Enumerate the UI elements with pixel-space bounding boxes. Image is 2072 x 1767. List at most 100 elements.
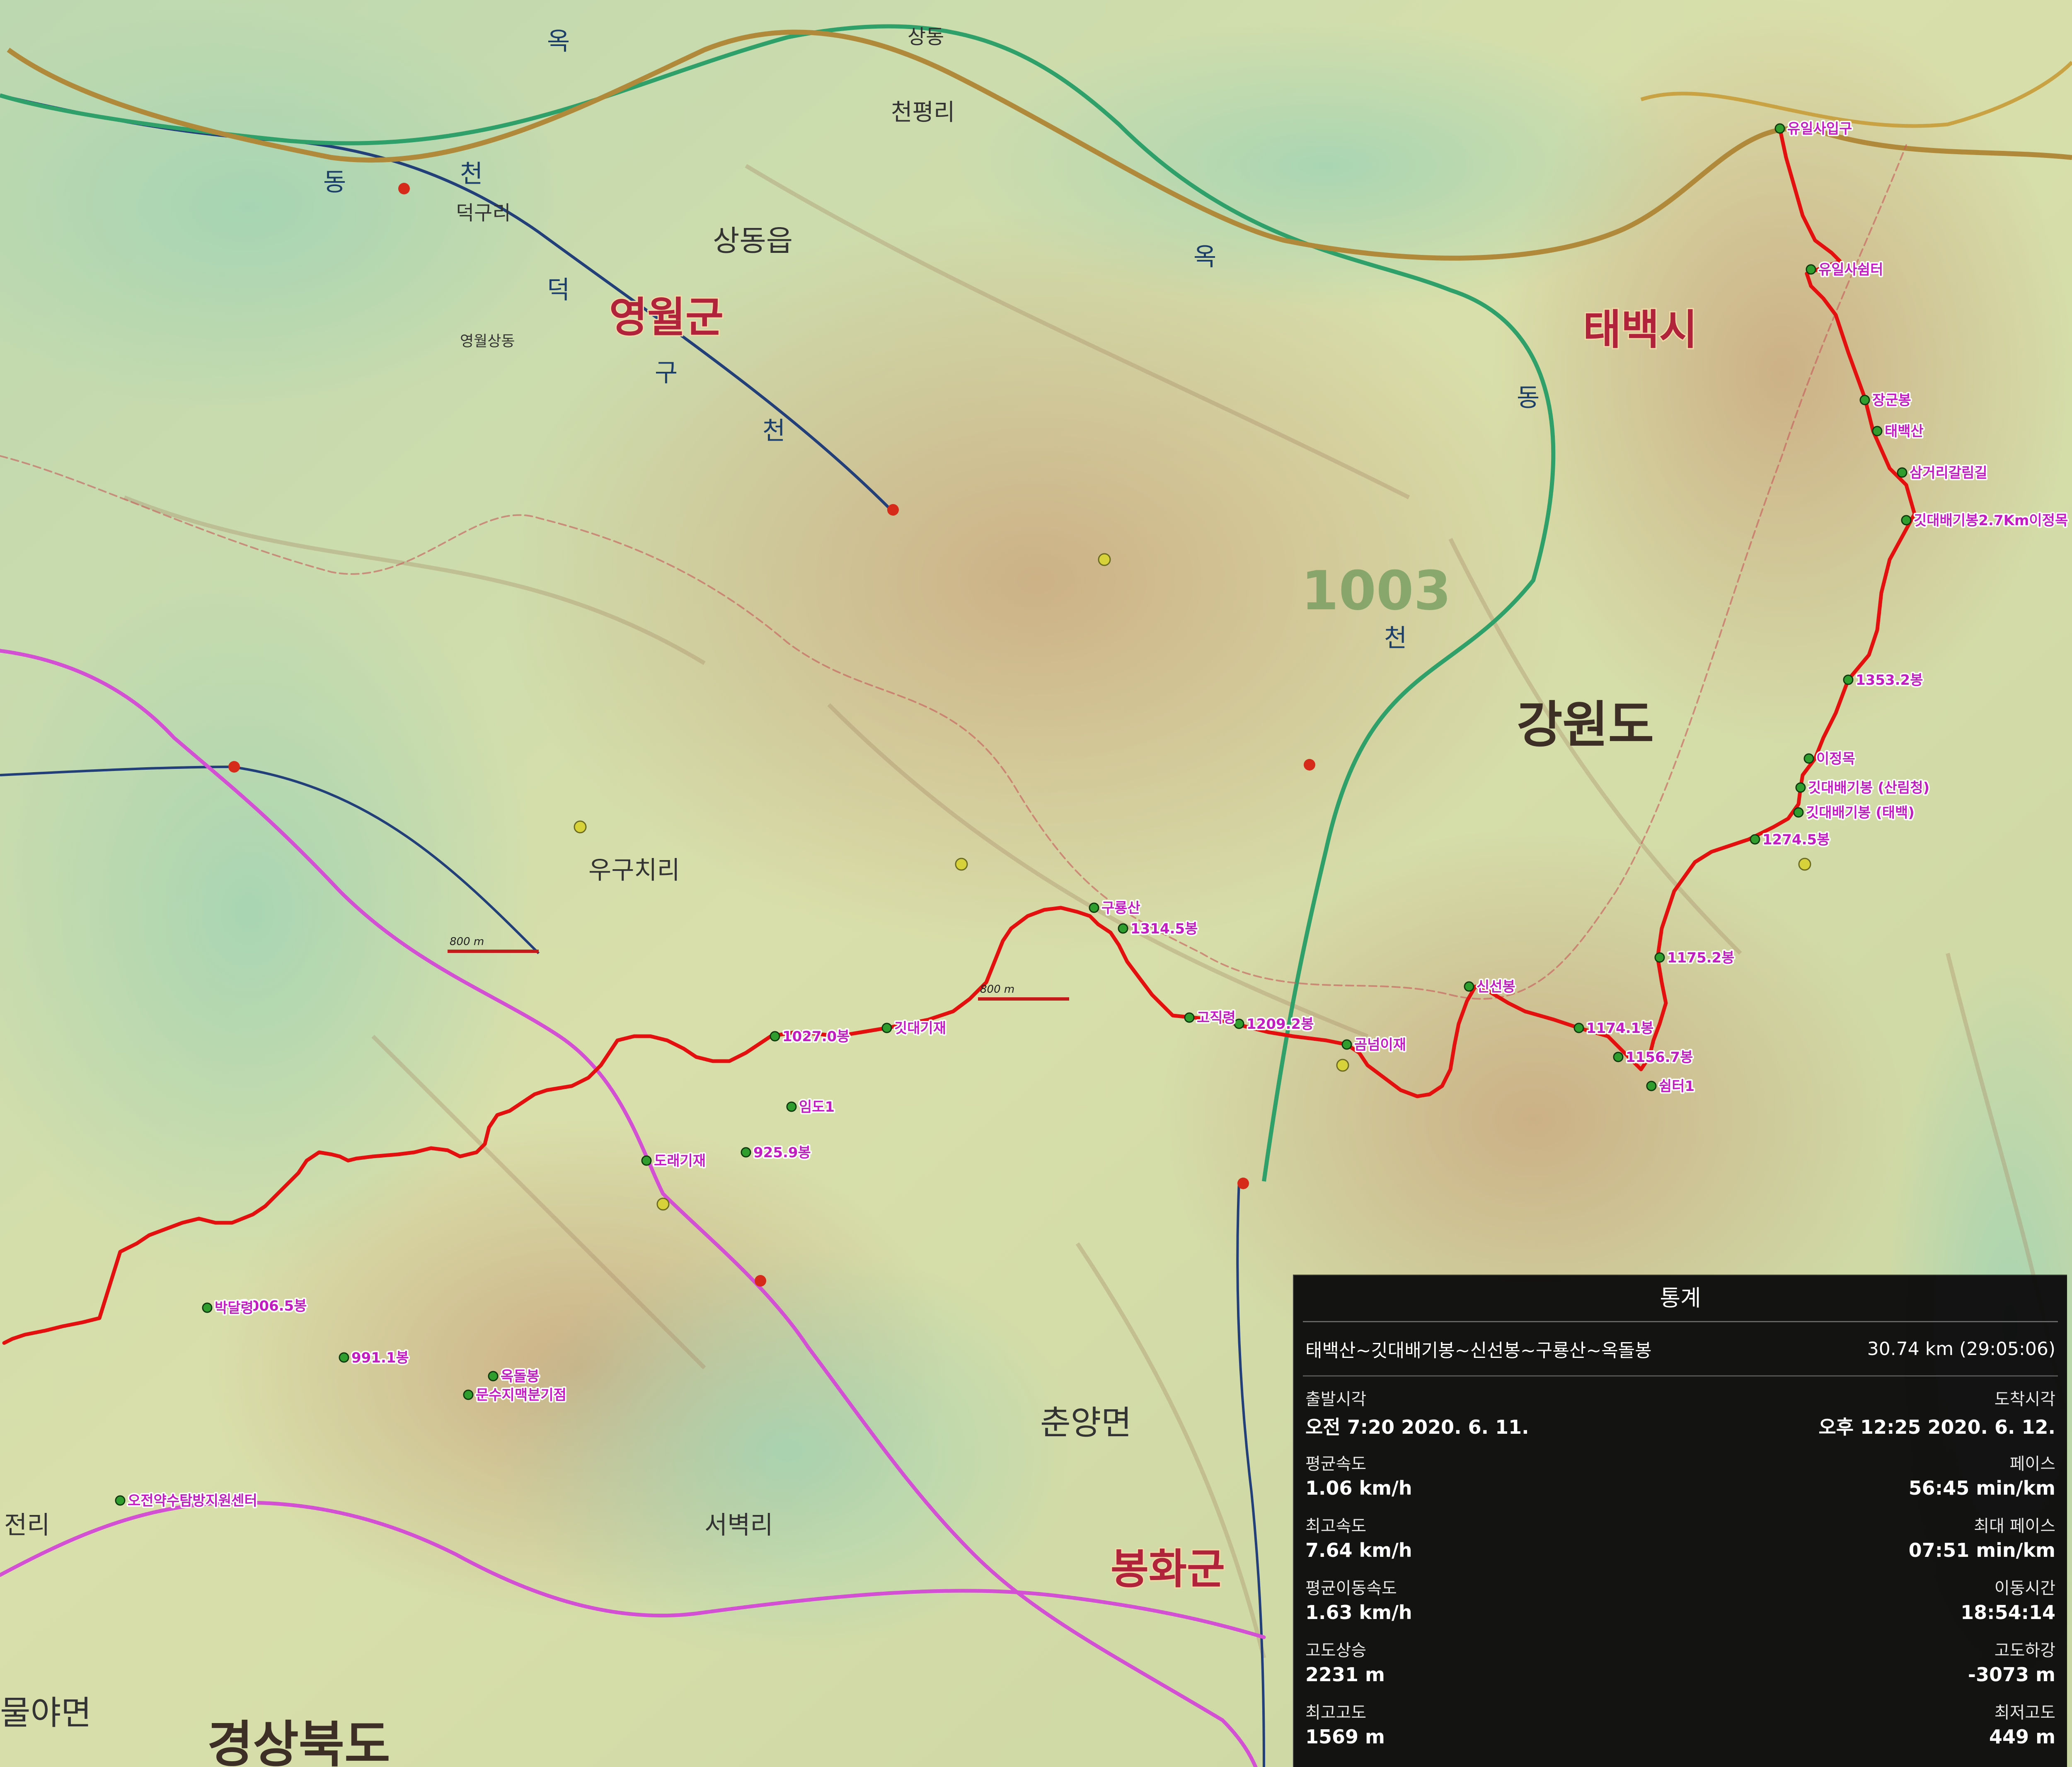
waypoint-marker[interactable] xyxy=(1089,902,1099,913)
waypoint-marker[interactable] xyxy=(641,1155,652,1166)
waypoint-marker[interactable] xyxy=(1872,426,1883,436)
waypoint-label: 고직령 xyxy=(1197,1010,1236,1026)
end-time-label: 도착시각 xyxy=(1994,1390,2055,1409)
waypoint[interactable]: 깃대배기봉2.7Km이정목 xyxy=(1901,511,2070,531)
waypoint-label: 1175.2봉 xyxy=(1667,950,1734,966)
route-name: 태백산~깃대배기봉~신선봉~구룡산~옥돌봉 xyxy=(1305,1340,1652,1361)
waypoint-marker[interactable] xyxy=(786,1101,797,1112)
waypoint-label: 깃대기재 xyxy=(894,1020,946,1037)
svg-text:옥: 옥 xyxy=(1193,242,1216,271)
place-deokgu: 덕구리 xyxy=(456,201,511,225)
waypoint-label: 깃대배기봉 (산림청) xyxy=(1808,780,1929,796)
svg-text:800 m: 800 m xyxy=(980,983,1014,996)
svg-text:동: 동 xyxy=(1517,383,1539,412)
waypoint[interactable]: 오전약수탐방지원센터 xyxy=(115,1491,259,1511)
waypoint-marker[interactable] xyxy=(1118,923,1128,934)
waypoint-marker[interactable] xyxy=(881,1023,892,1033)
elevation-gain-value: 2231 m xyxy=(1305,1663,1385,1686)
waypoint-marker[interactable] xyxy=(1654,952,1665,963)
waypoint-label: 925.9봉 xyxy=(753,1144,811,1161)
svg-text:구: 구 xyxy=(655,359,678,388)
waypoint-label: 구룡산 xyxy=(1101,900,1140,916)
waypoint-label: 신선봉 xyxy=(1477,979,1515,995)
waypoint-marker[interactable] xyxy=(741,1147,751,1158)
waypoint[interactable]: 1027.0봉 xyxy=(770,1027,851,1047)
svg-text:옥: 옥 xyxy=(547,27,570,56)
max-pace-label: 최대 페이스 xyxy=(1974,1517,2055,1536)
waypoint[interactable]: 1274.5봉 xyxy=(1750,830,1831,850)
stats-row: 최고속도 7.64 km/h 최대 페이스 07:51 min/km xyxy=(1305,1506,2055,1568)
waypoint-marker[interactable] xyxy=(202,1302,213,1313)
province-gangwon: 강원도 xyxy=(1517,696,1654,754)
waypoint-label: 옥돌봉 xyxy=(501,1368,540,1385)
waypoint-label: 1027.0봉 xyxy=(782,1028,850,1045)
waypoint-marker[interactable] xyxy=(1803,753,1814,764)
pace-cell: 페이스 56:45 min/km xyxy=(1909,1444,2055,1506)
stats-title: 통계 xyxy=(1303,1275,2058,1322)
stats-row: 평균속도 1.06 km/h 페이스 56:45 min/km xyxy=(1305,1444,2055,1506)
region-yeongwol: 영월군 xyxy=(609,293,724,342)
waypoint-marker[interactable] xyxy=(1573,1023,1584,1033)
place-sangdong: 상동 xyxy=(908,25,944,48)
avg-moving-speed-label: 평균이동속도 xyxy=(1305,1579,1397,1598)
waypoint[interactable]: 깃대배기봉 (태백) xyxy=(1793,803,1916,823)
waypoint-marker[interactable] xyxy=(488,1371,499,1382)
start-time-label: 출발시각 xyxy=(1305,1390,1367,1409)
svg-text:천: 천 xyxy=(1384,624,1407,653)
max-pace-cell: 최대 페이스 07:51 min/km xyxy=(1909,1506,2055,1568)
waypoint-marker[interactable] xyxy=(339,1352,349,1363)
stats-panel: 통계 태백산~깃대배기봉~신선봉~구룡산~옥돌봉 30.74 km (29:05… xyxy=(1293,1275,2067,1767)
waypoint-marker[interactable] xyxy=(1613,1052,1624,1062)
waypoint-label: 1156.7봉 xyxy=(1626,1049,1693,1066)
waypoint[interactable]: 1175.2봉 xyxy=(1654,948,1736,968)
place-mulya: 물야면 xyxy=(0,1694,92,1732)
waypoint-marker[interactable] xyxy=(770,1031,780,1042)
waypoint[interactable]: 문수지맥분기점 xyxy=(463,1386,568,1405)
max-speed-value: 7.64 km/h xyxy=(1305,1539,1412,1561)
place-cheonpyeong: 천평리 xyxy=(891,99,955,126)
waypoint[interactable]: 1156.7봉 xyxy=(1613,1048,1694,1067)
waypoint[interactable]: 깃대배기봉 (산림청) xyxy=(1795,778,1931,798)
max-speed-label: 최고속도 xyxy=(1305,1517,1367,1536)
waypoint-marker[interactable] xyxy=(463,1389,474,1400)
waypoint-marker[interactable] xyxy=(1750,834,1760,845)
waypoint[interactable]: 1174.1봉 xyxy=(1573,1019,1655,1038)
waypoint[interactable]: 1209.2봉 xyxy=(1234,1015,1315,1034)
waypoint-marker[interactable] xyxy=(1806,264,1816,275)
moving-time-label: 이동시간 xyxy=(1994,1579,2055,1598)
avg-moving-speed-value: 1.63 km/h xyxy=(1305,1601,1412,1624)
max-altitude-label: 최고고도 xyxy=(1305,1703,1367,1722)
min-altitude-cell: 최저고도 449 m xyxy=(1989,1692,2055,1755)
waypoint-marker[interactable] xyxy=(1646,1081,1657,1091)
waypoint-marker[interactable] xyxy=(1341,1039,1352,1050)
region-taebaek: 태백시 xyxy=(1583,305,1697,354)
waypoint-marker[interactable] xyxy=(1897,467,1907,478)
waypoint-marker[interactable] xyxy=(1793,807,1804,818)
waypoint-label: 깃대배기봉2.7Km이정목 xyxy=(1914,512,2068,529)
elevation-loss-value: -3073 m xyxy=(1968,1663,2055,1686)
waypoint-marker[interactable] xyxy=(1234,1018,1244,1029)
waypoint[interactable]: 1353.2봉 xyxy=(1843,671,1924,690)
place-seobyeok: 서벽리 xyxy=(704,1511,773,1540)
waypoint-label: 삼거리갈림길 xyxy=(1910,465,1987,481)
start-time-cell: 출발시각 오전 7:20 2020. 6. 11. xyxy=(1305,1382,1529,1444)
waypoint-label: 도래기재 xyxy=(654,1153,706,1169)
stats-row: 고도상승 2231 m 고도하강 -3073 m xyxy=(1305,1630,2055,1692)
waypoint-marker[interactable] xyxy=(1464,981,1474,992)
waypoint-marker[interactable] xyxy=(1901,515,1912,526)
waypoint[interactable]: 삼거리갈림길 xyxy=(1897,463,1989,483)
waypoint-label: 1174.1봉 xyxy=(1586,1020,1653,1037)
waypoint-marker[interactable] xyxy=(115,1495,126,1506)
waypoint-label: 오전약수탐방지원센터 xyxy=(128,1493,257,1509)
waypoint-marker[interactable] xyxy=(1795,782,1806,793)
avg-speed-label: 평균속도 xyxy=(1305,1454,1367,1474)
contour-label: 1003 xyxy=(1301,559,1451,622)
waypoint-marker[interactable] xyxy=(1843,674,1854,685)
waypoint[interactable]: 1314.5봉 xyxy=(1118,919,1199,939)
waypoint-marker[interactable] xyxy=(1859,395,1870,405)
elevation-gain-label: 고도상승 xyxy=(1305,1641,1367,1660)
waypoint-marker[interactable] xyxy=(1774,123,1785,134)
svg-text:천: 천 xyxy=(762,417,785,446)
avg-speed-value: 1.06 km/h xyxy=(1305,1477,1412,1499)
waypoint-marker[interactable] xyxy=(1184,1012,1195,1023)
